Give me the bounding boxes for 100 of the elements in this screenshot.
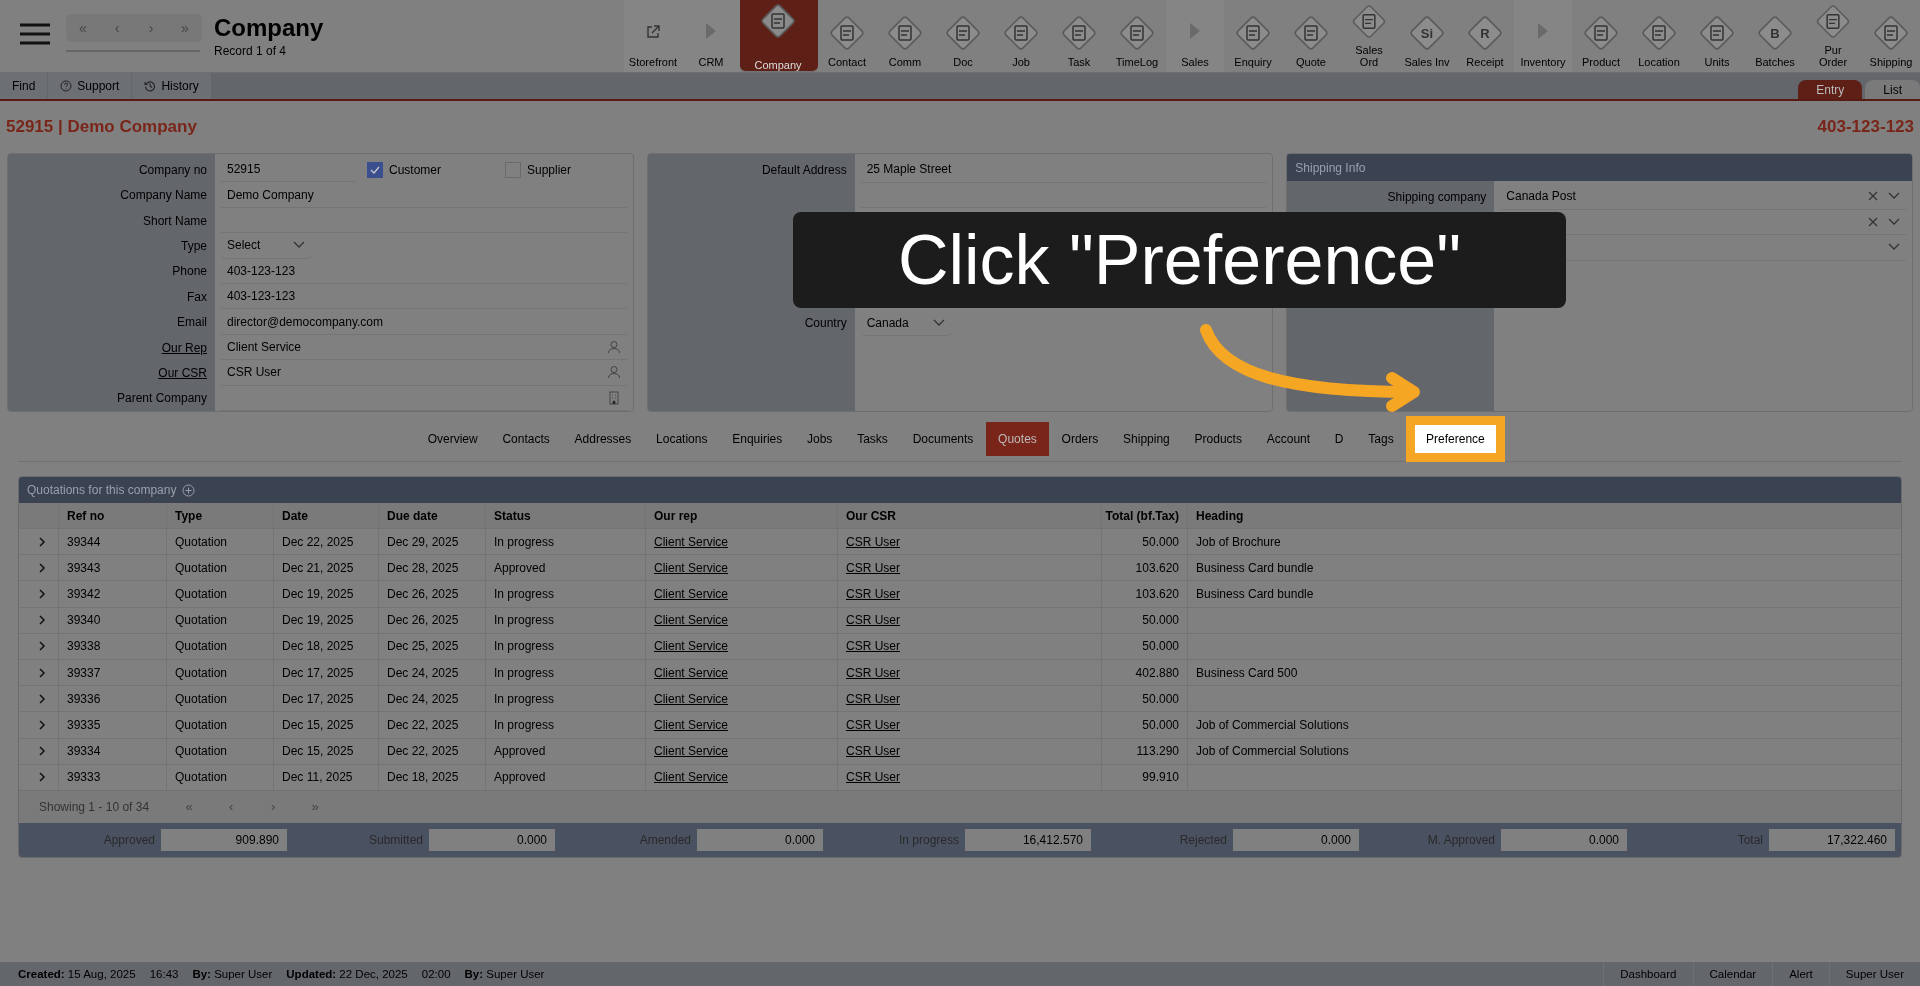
tab[interactable]: Shipping (1110, 422, 1183, 456)
module-button[interactable]: Quote (1282, 0, 1340, 72)
tab[interactable]: D (1322, 422, 1356, 456)
field-link[interactable]: Our Rep (161, 340, 207, 355)
dropdown[interactable]: Canada Post (1500, 184, 1906, 210)
module-button[interactable]: Task (1050, 0, 1108, 72)
module-button[interactable]: CRM (682, 0, 740, 72)
input-field[interactable]: 403-123-123 (221, 258, 627, 285)
table-cell: Dec 17, 2025 (273, 686, 378, 712)
table-link[interactable]: CSR User (846, 560, 900, 575)
table-cell: In progress (485, 607, 645, 633)
column-header: Our rep (645, 503, 837, 528)
input-field[interactable]: Client Service (221, 334, 627, 361)
table-link[interactable]: CSR User (846, 665, 900, 680)
module-button[interactable]: Pur Order (1804, 0, 1862, 72)
tab[interactable]: Orders (1049, 422, 1111, 456)
table-cell: 39340 (58, 607, 166, 633)
module-button[interactable]: Job (992, 0, 1050, 72)
module-button[interactable]: Comm (876, 0, 934, 72)
module-button[interactable]: TimeLog (1108, 0, 1166, 72)
table-cell: Dec 15, 2025 (273, 712, 378, 738)
dropdown[interactable]: Select (221, 233, 313, 259)
input-field[interactable]: Demo Company (221, 182, 627, 208)
table-cell: Job of Brochure (1187, 529, 1901, 555)
table-link[interactable]: Client Service (654, 770, 729, 785)
table-link[interactable]: CSR User (846, 691, 900, 706)
table-cell: Dec 24, 2025 (378, 659, 485, 686)
table-cell: Quotation (166, 607, 273, 633)
table-link[interactable]: CSR User (846, 639, 900, 654)
table-cell: Quotation (166, 555, 273, 581)
table-link[interactable]: CSR User (846, 770, 900, 785)
table-link[interactable]: CSR User (846, 613, 900, 628)
table-link[interactable]: CSR User (846, 534, 900, 549)
dropdown[interactable]: Canada (860, 310, 953, 337)
module-button[interactable]: B Batches (1746, 0, 1804, 72)
field-label: Default Address (760, 162, 848, 177)
table-cell: Dec 25, 2025 (378, 633, 485, 659)
table-link[interactable]: Client Service (654, 717, 729, 732)
field-label: Company Name (119, 188, 208, 203)
field-link[interactable]: Our CSR (158, 365, 207, 380)
table-link[interactable]: Client Service (654, 691, 729, 706)
table-link[interactable]: Client Service (654, 560, 729, 575)
footer-button[interactable]: Dashboard (1603, 962, 1693, 986)
tab[interactable]: Quotes (985, 422, 1050, 456)
input-field[interactable]: CSR User (221, 360, 627, 386)
module-button[interactable]: Sales Ord (1340, 0, 1398, 72)
tab[interactable]: Enquiries (719, 422, 795, 456)
tab[interactable]: Preference (1415, 425, 1496, 453)
tab[interactable]: Contacts (490, 422, 563, 456)
footer-button[interactable]: Super User (1828, 962, 1920, 986)
module-button[interactable]: Units (1688, 0, 1746, 72)
table-link[interactable]: Client Service (654, 586, 729, 601)
tab[interactable]: Tasks (844, 422, 901, 456)
tab[interactable]: Overview (415, 422, 491, 456)
table-link[interactable]: CSR User (846, 717, 900, 732)
toolbar-button[interactable]: Support (48, 73, 132, 99)
module-button[interactable]: R Receipt (1456, 0, 1514, 72)
table-cell: Business Card 500 (1187, 659, 1901, 686)
table-cell: In progress (485, 686, 645, 712)
status-text: 02:00 (421, 968, 451, 980)
table-cell: Dec 28, 2025 (378, 555, 485, 581)
table-cell: Dec 22, 2025 (378, 738, 485, 764)
module-button[interactable]: Si Sales Inv (1398, 0, 1456, 72)
table-link[interactable]: Client Service (654, 534, 729, 549)
view-tab[interactable]: Entry (1798, 80, 1863, 99)
footer-button[interactable]: Alert (1772, 962, 1829, 986)
table-link[interactable]: Client Service (654, 665, 729, 680)
input-field[interactable]: 52915 (221, 157, 355, 183)
view-tab[interactable]: List (1865, 80, 1920, 99)
tab[interactable]: Addresses (562, 422, 644, 456)
input-field[interactable]: director@democompany.com (221, 309, 627, 335)
table-cell: Dec 26, 2025 (378, 607, 485, 633)
input-field[interactable]: 25 Maple Street (860, 157, 1267, 183)
input-field[interactable]: 403-123-123 (221, 284, 627, 310)
module-button[interactable]: Company (740, 0, 818, 72)
tab[interactable]: Tags (1355, 422, 1407, 456)
tab[interactable]: Locations (643, 422, 720, 456)
tab[interactable]: Account (1254, 422, 1323, 456)
table-cell: 39344 (58, 529, 166, 555)
module-button[interactable]: Inventory (1514, 0, 1572, 72)
module-button[interactable]: Location (1630, 0, 1688, 72)
tab[interactable]: Jobs (794, 422, 845, 456)
module-button[interactable]: Enquiry (1224, 0, 1282, 72)
module-button[interactable]: Doc (934, 0, 992, 72)
table-link[interactable]: Client Service (654, 613, 729, 628)
module-button[interactable]: Storefront (624, 0, 682, 72)
module-button[interactable]: Sales (1166, 0, 1224, 72)
toolbar-button[interactable]: Find (0, 73, 48, 99)
module-button[interactable]: Contact (818, 0, 876, 72)
table-link[interactable]: CSR User (846, 586, 900, 601)
tab[interactable]: Documents (900, 422, 986, 456)
tab[interactable]: Products (1182, 422, 1255, 456)
table-cell: 99.910 (1101, 764, 1187, 790)
table-link[interactable]: CSR User (846, 744, 900, 759)
table-link[interactable]: Client Service (654, 639, 729, 654)
module-button[interactable]: Product (1572, 0, 1630, 72)
module-button[interactable]: Shipping (1862, 0, 1920, 72)
toolbar-button[interactable]: History (132, 73, 211, 99)
footer-button[interactable]: Calendar (1692, 962, 1773, 986)
table-link[interactable]: Client Service (654, 744, 729, 759)
